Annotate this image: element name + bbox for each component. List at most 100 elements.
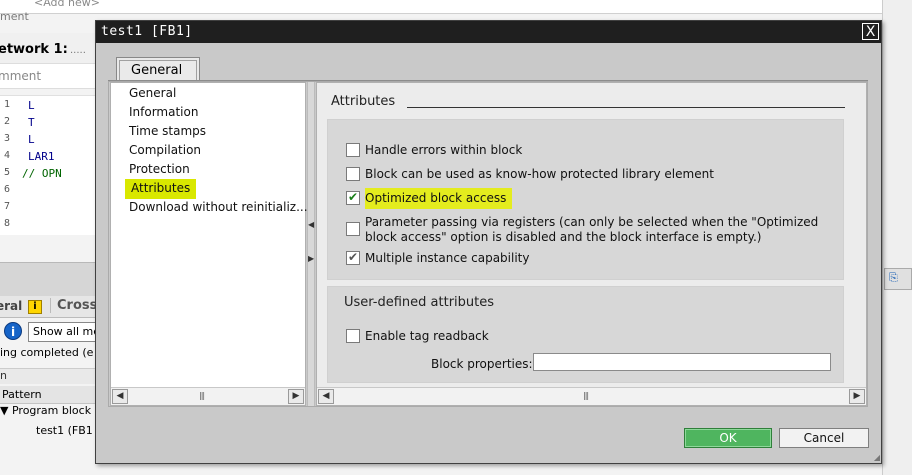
expand-right-icon[interactable]: ▶	[308, 254, 314, 263]
dialog-title: test1 [FB1]	[101, 24, 193, 39]
nav-panel: General Information Time stamps Compilat…	[110, 82, 308, 406]
right-task-strip	[882, 0, 912, 475]
checkbox-parameter-passing[interactable]	[346, 222, 360, 236]
info-badge-icon: i	[28, 300, 42, 314]
code-text: LAR1	[28, 150, 55, 163]
section-divider	[407, 107, 845, 108]
expand-triangle-icon[interactable]: ▼	[0, 404, 12, 417]
line-number: 4	[4, 150, 11, 161]
uda-section-title: User-defined attributes	[344, 295, 495, 310]
network-comment[interactable]: mment	[0, 63, 95, 89]
panel-divider[interactable]	[0, 262, 95, 296]
add-new-link[interactable]: <Add new>	[34, 0, 100, 9]
checkbox-multiple-instance[interactable]	[346, 250, 360, 265]
code-line: 2T	[0, 116, 95, 133]
scroll-left-icon[interactable]: ◀	[318, 389, 334, 404]
code-line: 6	[0, 184, 95, 201]
ok-button[interactable]: OK	[684, 428, 772, 448]
line-number: 1	[4, 99, 11, 110]
inspector-tabs: eral i Cross	[0, 296, 97, 318]
tree-item-program-blocks[interactable]: ▼ Program block	[0, 404, 91, 417]
checkbox-optimized-block-access[interactable]	[346, 190, 360, 205]
code-text: T	[28, 116, 35, 129]
block-properties-dialog: test1 [FB1] X General General Informatio…	[95, 20, 882, 464]
nav-item-attributes[interactable]: Attributes	[125, 179, 197, 199]
checkbox-know-how-protected[interactable]	[346, 167, 360, 181]
panel-splitter[interactable]: ◀ ▶	[307, 82, 315, 406]
code-editor[interactable]: 1L 2T 3L 4 LAR1 5// OPN 6 7 8	[0, 95, 95, 235]
nav-item-general[interactable]: General	[129, 85, 176, 103]
nav-item-protection[interactable]: Protection	[129, 161, 190, 179]
code-line: 5 // OPN	[0, 167, 95, 184]
tab-general-label: General	[131, 63, 183, 78]
nav-item-compilation[interactable]: Compilation	[129, 142, 201, 160]
network-dots: .....	[70, 45, 86, 56]
comment-placeholder: mment	[0, 69, 42, 83]
network-header[interactable]: etwork 1: .....	[0, 33, 95, 63]
line-number: 3	[4, 133, 11, 144]
collapse-left-icon[interactable]: ◀	[308, 220, 314, 229]
tab-general-bg[interactable]: eral	[0, 299, 22, 313]
code-text: L	[28, 133, 35, 146]
top-strip: <Add new>	[0, 0, 912, 14]
tab-general[interactable]: General	[116, 57, 200, 81]
scroll-grip-icon[interactable]: |||	[583, 391, 589, 400]
code-line: 1L	[0, 99, 95, 116]
info-strip-text: n	[0, 369, 7, 382]
line-number: 2	[4, 116, 11, 127]
code-line: 3L	[0, 133, 95, 150]
line-number: 7	[4, 201, 11, 212]
tree-item-test1[interactable]: test1 (FB1	[36, 424, 93, 437]
line-number: 5	[4, 167, 11, 178]
option-label: Block can be used as know-how protected …	[365, 167, 714, 181]
pattern-column-header[interactable]: Pattern	[0, 386, 95, 404]
attributes-section-title: Attributes	[331, 94, 396, 109]
tree-label: test1 (FB1	[36, 424, 93, 437]
option-label: Handle errors within block	[365, 143, 523, 157]
network-title: etwork 1:	[0, 42, 68, 57]
option-label: Enable tag readback	[365, 329, 489, 343]
nav-horizontal-scrollbar[interactable]: ◀ ||| ▶	[111, 387, 305, 405]
compile-status-text: ing completed (e	[0, 346, 94, 359]
tree-label: Program block	[11, 404, 92, 417]
code-line: 7	[0, 201, 95, 218]
line-number: 6	[4, 184, 11, 195]
show-all-messages-select[interactable]: Show all me	[28, 322, 98, 342]
line-number: 8	[4, 218, 11, 229]
nav-item-information[interactable]: Information	[129, 104, 198, 122]
attributes-panel: Attributes Handle errors within block Bl…	[316, 82, 867, 406]
scroll-right-icon[interactable]: ▶	[849, 389, 865, 404]
info-strip: n	[0, 368, 95, 384]
code-text: // OPN	[22, 167, 62, 180]
code-line: 8	[0, 218, 95, 235]
pattern-header-label: Pattern	[2, 388, 42, 401]
cancel-button[interactable]: Cancel	[779, 428, 869, 448]
tab-cross-references[interactable]: Cross	[50, 298, 97, 313]
scroll-right-icon[interactable]: ▶	[288, 389, 304, 404]
block-properties-input[interactable]	[533, 353, 831, 371]
content-horizontal-scrollbar[interactable]: ◀ ||| ▶	[317, 387, 866, 405]
nav-item-time-stamps[interactable]: Time stamps	[129, 123, 206, 141]
block-properties-label: Block properties:	[431, 357, 533, 371]
info-icon[interactable]: i	[4, 322, 22, 340]
attributes-group: Handle errors within block Block can be …	[327, 119, 844, 280]
resize-grip-icon[interactable]: ◢	[874, 453, 880, 462]
tab-general-inner: General	[119, 60, 197, 80]
checkbox-handle-errors[interactable]	[346, 143, 360, 157]
inspector-toolbar: i Show all me	[0, 320, 98, 344]
user-defined-attributes-group: User-defined attributes Enable tag readb…	[327, 286, 844, 383]
code-text: L	[28, 99, 35, 112]
right-tool-button[interactable]: ⎘	[884, 268, 912, 290]
nav-item-download-without-reinit[interactable]: Download without reinitializ...	[129, 199, 308, 217]
checkbox-enable-tag-readback[interactable]	[346, 329, 360, 343]
scroll-grip-icon[interactable]: |||	[199, 391, 205, 400]
close-icon[interactable]: X	[862, 23, 879, 40]
scroll-left-icon[interactable]: ◀	[112, 389, 128, 404]
option-label: Parameter passing via registers (can onl…	[365, 215, 819, 244]
option-label: Multiple instance capability	[365, 251, 530, 265]
comment-label-fragment: ment	[0, 10, 29, 23]
dialog-titlebar[interactable]: test1 [FB1] X	[96, 21, 881, 43]
code-line: 4 LAR1	[0, 150, 95, 167]
option-label: Optimized block access	[365, 188, 513, 209]
tool-icon: ⎘	[889, 271, 898, 284]
